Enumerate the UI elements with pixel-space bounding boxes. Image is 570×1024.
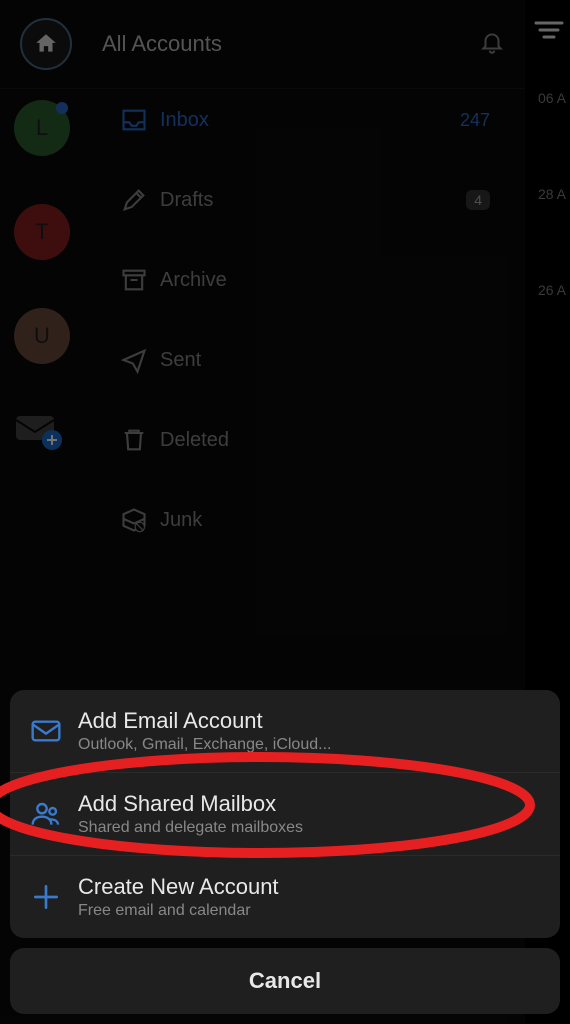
archive-icon (120, 266, 160, 294)
unread-dot-icon (56, 102, 68, 114)
add-email-account-item[interactable]: Add Email Account Outlook, Gmail, Exchan… (10, 690, 560, 773)
sidebar-header: All Accounts (0, 0, 525, 89)
folder-sent[interactable]: Sent (110, 330, 500, 390)
account-avatar-l[interactable]: L (14, 100, 70, 156)
account-avatar-t[interactable]: T (14, 204, 70, 260)
header-title: All Accounts (102, 31, 479, 57)
accounts-column: L T U (14, 100, 84, 444)
home-button[interactable] (20, 18, 72, 70)
folder-list: Inbox 247 Drafts 4 Archive Sent (110, 90, 500, 570)
people-icon (30, 798, 78, 830)
cancel-button[interactable]: Cancel (10, 948, 560, 1014)
folder-junk[interactable]: Junk (110, 490, 500, 550)
action-sheet-options: Add Email Account Outlook, Gmail, Exchan… (10, 690, 560, 938)
action-sheet: Add Email Account Outlook, Gmail, Exchan… (10, 690, 560, 1014)
filter-icon[interactable] (534, 20, 566, 45)
add-shared-mailbox-item[interactable]: Add Shared Mailbox Shared and delegate m… (10, 773, 560, 856)
folder-drafts[interactable]: Drafts 4 (110, 170, 500, 230)
trash-icon (120, 426, 160, 454)
folder-archive[interactable]: Archive (110, 250, 500, 310)
add-account-icon[interactable] (14, 412, 56, 444)
junk-icon (120, 506, 160, 534)
notifications-icon[interactable] (479, 29, 505, 60)
create-new-account-item[interactable]: Create New Account Free email and calend… (10, 856, 560, 938)
plus-icon (30, 881, 78, 913)
mail-icon (30, 715, 78, 747)
drafts-icon (120, 186, 160, 214)
folder-deleted[interactable]: Deleted (110, 410, 500, 470)
account-avatar-u[interactable]: U (14, 308, 70, 364)
inbox-icon (120, 106, 160, 134)
plus-badge-icon (42, 430, 62, 450)
folder-inbox[interactable]: Inbox 247 (110, 90, 500, 150)
sent-icon (120, 346, 160, 374)
